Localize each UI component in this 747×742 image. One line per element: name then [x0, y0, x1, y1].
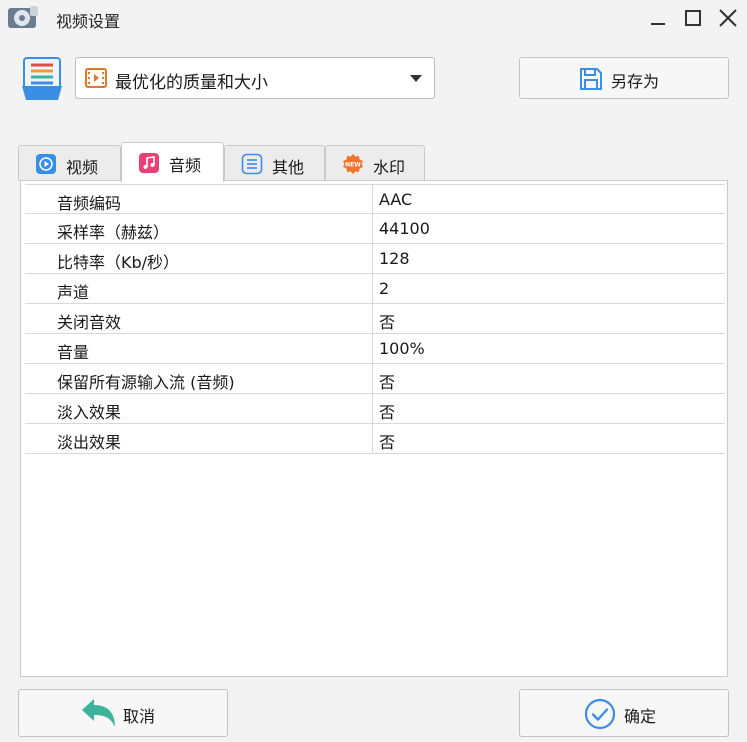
setting-name: 音量: [57, 343, 90, 362]
tab-video-label: 视频: [66, 158, 99, 177]
preset-list-icon: [22, 57, 62, 100]
table-row[interactable]: 保留所有源输入流 (音频) 否: [25, 364, 725, 394]
setting-value[interactable]: 否: [379, 399, 395, 423]
setting-name: 淡出效果: [57, 433, 122, 452]
table-row[interactable]: 关闭音效 否: [25, 304, 725, 334]
setting-value[interactable]: 2: [379, 279, 389, 298]
setting-value[interactable]: 否: [379, 369, 395, 393]
cancel-button[interactable]: 取消: [18, 689, 228, 737]
save-as-label: 另存为: [611, 72, 660, 91]
preset-dropdown[interactable]: 最优化的质量和大小: [75, 57, 435, 99]
maximize-icon: [685, 10, 701, 26]
audio-settings-panel: 音频编码 AAC 采样率（赫兹） 44100 比特率（Kb/秒） 128 声道 …: [20, 180, 728, 677]
setting-value[interactable]: 否: [379, 429, 395, 453]
ok-button[interactable]: 确定: [519, 689, 729, 737]
tab-other[interactable]: 其他: [224, 145, 325, 181]
table-row[interactable]: 音量 100%: [25, 334, 725, 364]
setting-name: 采样率（赫兹）: [57, 223, 170, 242]
audio-settings-grid: 音频编码 AAC 采样率（赫兹） 44100 比特率（Kb/秒） 128 声道 …: [25, 184, 725, 454]
settings-tabs: 视频 音频 其他 NEW 水印: [18, 142, 728, 182]
film-icon: [85, 68, 107, 88]
setting-value[interactable]: 100%: [379, 339, 425, 358]
ok-label: 确定: [624, 707, 657, 726]
tab-video[interactable]: 视频: [18, 145, 121, 181]
table-row[interactable]: 采样率（赫兹） 44100: [25, 214, 725, 244]
chevron-down-icon: [410, 75, 422, 82]
save-as-button[interactable]: 另存为: [519, 57, 729, 99]
undo-arrow-icon: [82, 699, 115, 727]
setting-value[interactable]: 128: [379, 249, 410, 268]
checkmark-circle-icon: [584, 698, 616, 730]
tab-other-label: 其他: [272, 158, 305, 177]
close-icon: [719, 9, 737, 27]
tab-audio[interactable]: 音频: [121, 142, 224, 182]
setting-value[interactable]: 否: [379, 309, 395, 333]
setting-name: 音频编码: [57, 194, 122, 213]
title-bar: 视频设置: [0, 0, 747, 36]
setting-value[interactable]: AAC: [379, 190, 412, 209]
setting-name: 关闭音效: [57, 313, 122, 332]
setting-name: 比特率（Kb/秒）: [57, 253, 180, 272]
list-icon: [241, 153, 263, 175]
setting-name: 淡入效果: [57, 403, 122, 422]
close-button[interactable]: [716, 6, 740, 30]
new-badge-icon: NEW: [343, 154, 363, 174]
music-note-icon: [139, 153, 159, 173]
preset-value: 最优化的质量和大小: [115, 73, 268, 93]
cancel-label: 取消: [123, 707, 156, 726]
minimize-button[interactable]: [646, 6, 670, 30]
play-icon: [36, 154, 56, 174]
setting-value[interactable]: 44100: [379, 219, 430, 238]
setting-name: 声道: [57, 283, 90, 302]
tab-watermark-label: 水印: [373, 158, 406, 177]
table-row[interactable]: 淡出效果 否: [25, 424, 725, 454]
setting-name: 保留所有源输入流 (音频): [57, 373, 235, 392]
tab-watermark[interactable]: NEW 水印: [325, 145, 425, 181]
table-row[interactable]: 淡入效果 否: [25, 394, 725, 424]
table-row[interactable]: 比特率（Kb/秒） 128: [25, 244, 725, 274]
maximize-button[interactable]: [681, 6, 705, 30]
floppy-disk-icon: [580, 68, 602, 90]
table-row[interactable]: 声道 2: [25, 274, 725, 304]
svg-text:NEW: NEW: [345, 162, 361, 169]
minimize-icon: [651, 23, 665, 25]
tab-audio-label: 音频: [169, 156, 202, 175]
table-row[interactable]: 音频编码 AAC: [25, 184, 725, 215]
window-title: 视频设置: [56, 12, 121, 31]
app-logo-icon: [8, 6, 38, 28]
